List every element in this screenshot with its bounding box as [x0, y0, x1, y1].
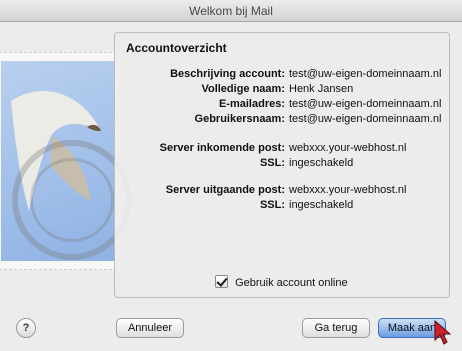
row-incoming-server: Server inkomende post: webxxx.your-webho… [115, 141, 451, 156]
create-button-label: Maak aan [387, 322, 437, 334]
back-button-label: Ga terug [314, 322, 358, 334]
row-value: test@uw-eigen-domeinnaam.nl [289, 113, 442, 125]
cancel-button-label: Annuleer [127, 322, 173, 334]
window-title: Welkom bij Mail [189, 4, 273, 18]
back-button[interactable]: Ga terug [302, 318, 370, 338]
row-label: SSL: [259, 199, 285, 211]
row-value: webxxx.your-webhost.nl [289, 142, 407, 154]
use-account-online-checkbox[interactable] [215, 275, 228, 288]
account-summary-panel: Accountoverzicht Beschrijving account: t… [114, 32, 450, 298]
row-description: Beschrijving account: test@uw-eigen-dome… [115, 67, 451, 82]
help-button[interactable]: ? [16, 318, 36, 338]
row-label: SSL: [259, 157, 285, 169]
row-email: E-mailadres: test@uw-eigen-domeinnaam.nl [115, 97, 451, 112]
panel-title: Accountoverzicht [126, 41, 227, 55]
row-value: Henk Jansen [289, 83, 354, 95]
row-value: test@uw-eigen-domeinnaam.nl [289, 68, 442, 80]
use-account-online-label: Gebruik account online [235, 277, 348, 289]
row-username: Gebruikersnaam: test@uw-eigen-domeinnaam… [115, 112, 451, 127]
row-outgoing-ssl: SSL: ingeschakeld [115, 198, 451, 213]
cancel-button[interactable]: Annuleer [116, 318, 184, 338]
question-mark-icon: ? [22, 322, 30, 334]
row-label: E-mailadres: [218, 98, 285, 110]
row-value: test@uw-eigen-domeinnaam.nl [289, 98, 442, 110]
row-label: Server uitgaande post: [165, 184, 285, 196]
row-label: Volledige naam: [201, 83, 285, 95]
row-label: Beschrijving account: [170, 68, 285, 80]
postmark-inner-ring [30, 158, 114, 242]
row-label: Gebruikersnaam: [194, 113, 285, 125]
row-value: ingeschakeld [289, 157, 354, 169]
window-titlebar: Welkom bij Mail [0, 0, 462, 22]
row-value: ingeschakeld [289, 199, 354, 211]
use-account-online-option[interactable]: Gebruik account online [215, 275, 348, 289]
row-value: webxxx.your-webhost.nl [289, 184, 407, 196]
mouse-pointer-icon [434, 320, 452, 345]
row-incoming-ssl: SSL: ingeschakeld [115, 156, 451, 171]
row-full-name: Volledige naam: Henk Jansen [115, 82, 451, 97]
row-outgoing-server: Server uitgaande post: webxxx.your-webho… [115, 183, 451, 198]
row-label: Server inkomende post: [159, 142, 285, 154]
